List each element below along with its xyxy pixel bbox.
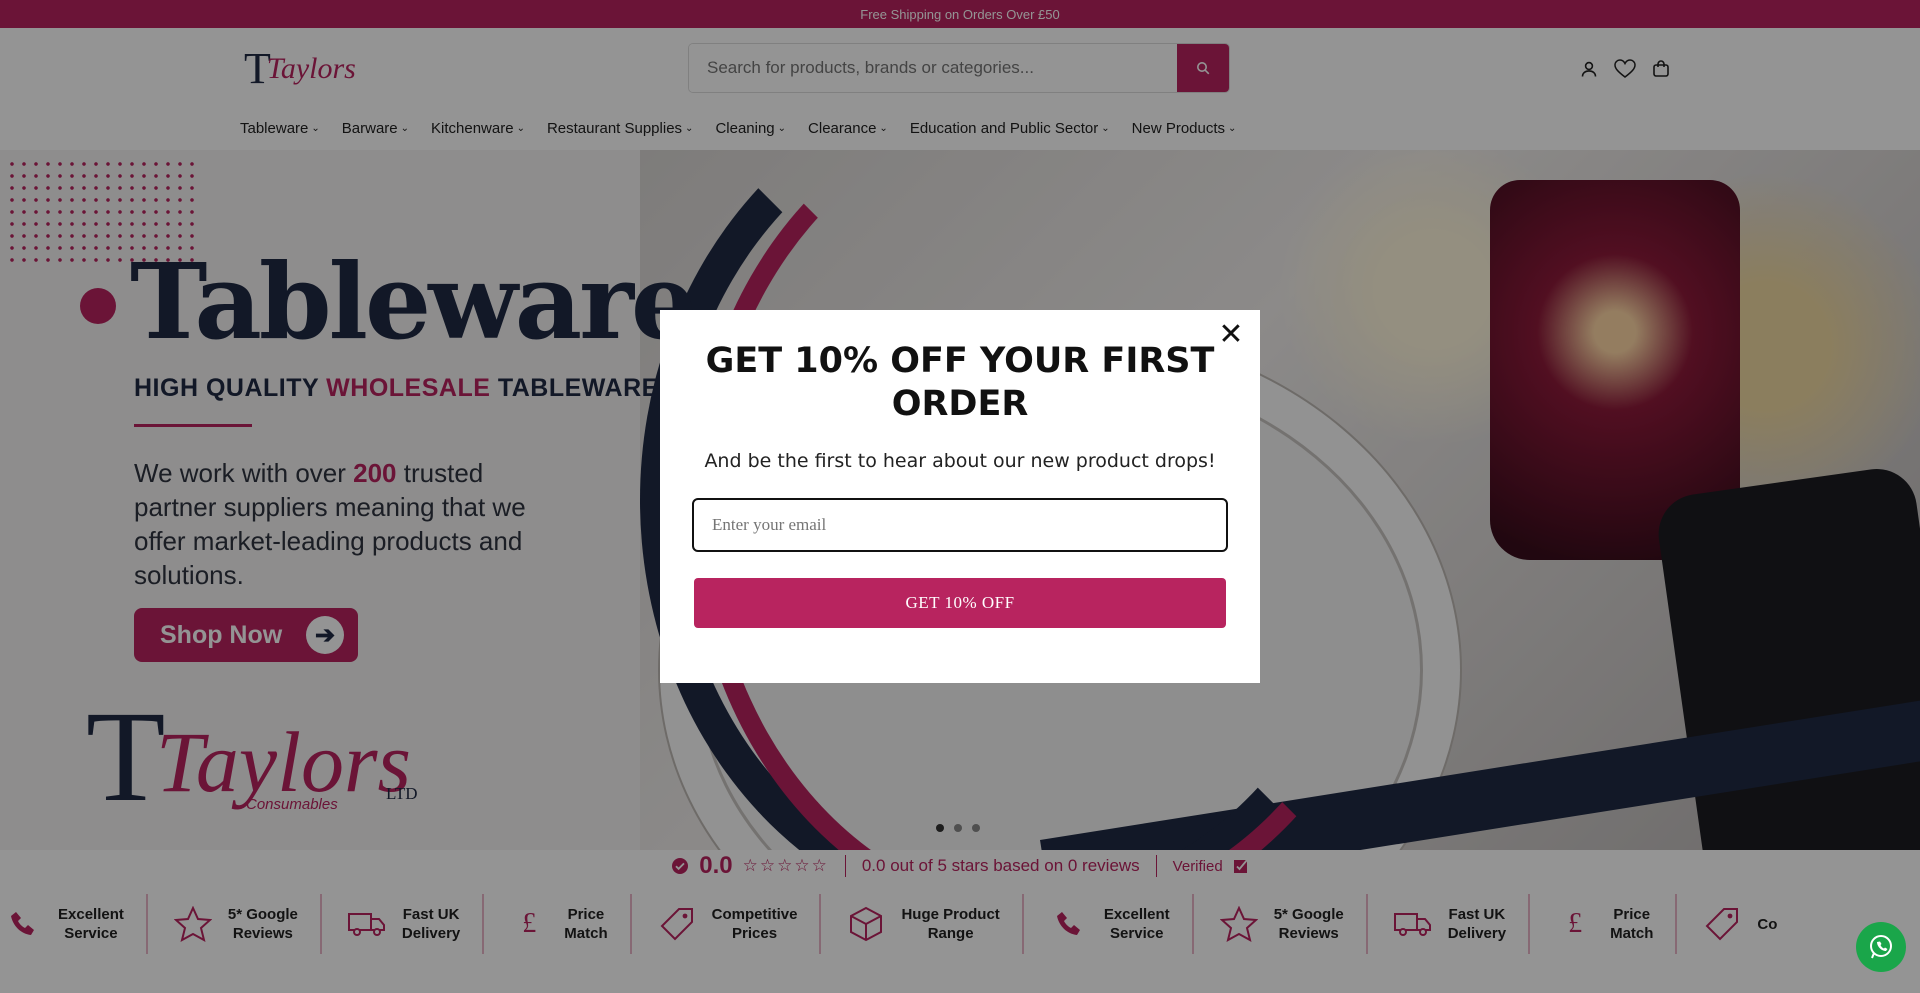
close-icon[interactable]: ✕ — [1216, 320, 1246, 350]
popup-title: GET 10% OFF YOUR FIRST ORDER — [705, 341, 1215, 424]
email-field[interactable] — [710, 514, 1210, 536]
whatsapp-icon — [1870, 935, 1892, 959]
get-discount-button[interactable]: GET 10% OFF — [694, 578, 1226, 628]
whatsapp-chat-button[interactable] — [1856, 922, 1906, 972]
email-field-wrapper — [692, 498, 1228, 552]
popup-subtitle: And be the first to hear about our new p… — [704, 450, 1216, 472]
discount-popup: ✕ GET 10% OFF YOUR FIRST ORDER And be th… — [660, 310, 1260, 683]
